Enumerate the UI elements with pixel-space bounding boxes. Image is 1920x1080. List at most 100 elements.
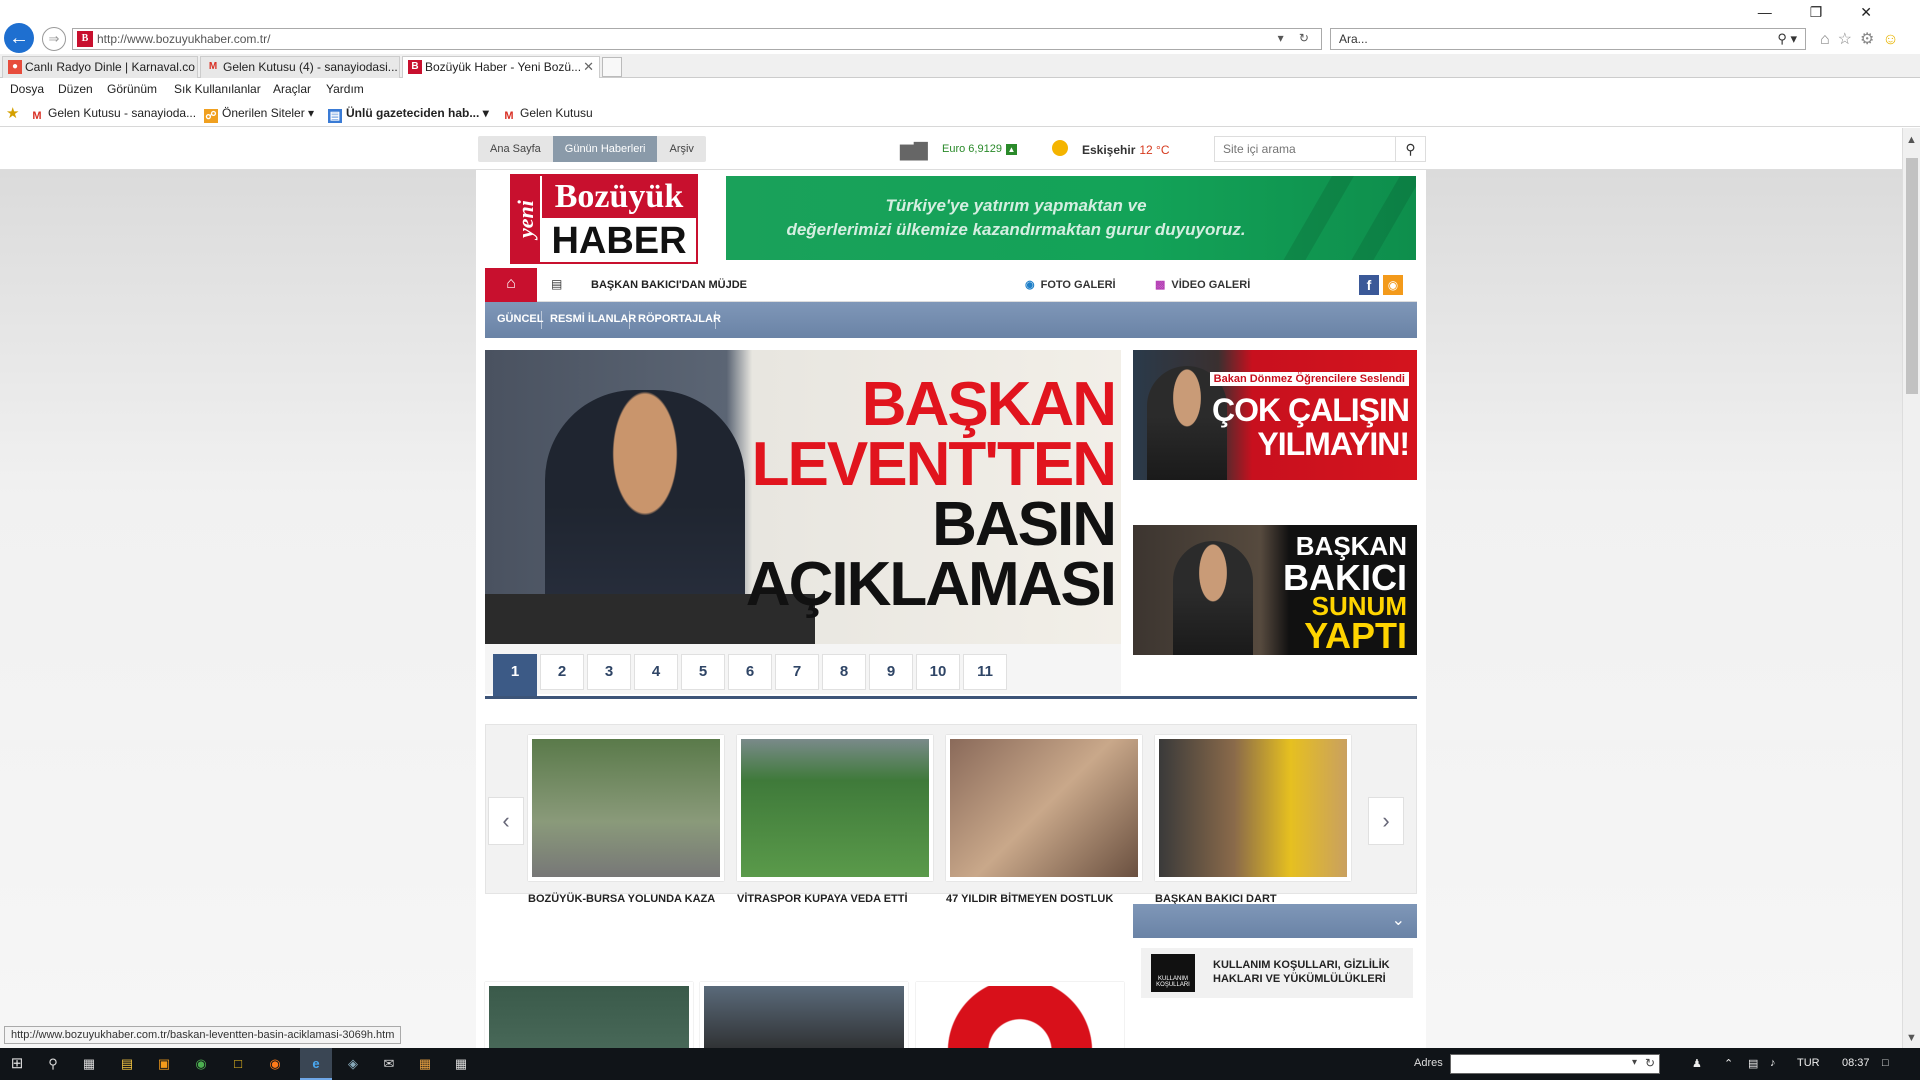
category-guncel[interactable]: GÜNCEL	[497, 313, 543, 325]
search-icon[interactable]: ⚲ ▾	[1777, 31, 1797, 47]
close-tab-icon[interactable]: ✕	[583, 57, 594, 77]
news-thumb-3[interactable]	[916, 982, 1124, 1048]
carousel-item[interactable]: VİTRASPOR KUPAYA VEDA ETTİ	[737, 735, 933, 908]
new-tab-button[interactable]	[602, 57, 622, 77]
scroll-up-icon[interactable]: ▲	[1906, 134, 1917, 146]
pager-2[interactable]: 2	[540, 654, 584, 690]
fav-gmail-inbox[interactable]: M Gelen Kutusu - sanayioda...	[30, 106, 196, 123]
tab-karnaval[interactable]: ● Canlı Radyo Dinle | Karnaval.co	[2, 56, 198, 78]
language-indicator[interactable]: TUR	[1797, 1057, 1820, 1069]
address-bar[interactable]: B http://www.bozuyukhaber.com.tr/ ▾ ↻	[72, 28, 1322, 50]
category-resmi-ilanlar[interactable]: RESMİ İLANLAR	[550, 313, 636, 325]
nav-gunun-haberleri[interactable]: Günün Haberleri	[552, 136, 658, 162]
site-logo[interactable]: yeni Bozüyük HABER	[510, 174, 698, 264]
fav-news-feed[interactable]: ▤ Ünlü gazeteciden hab... ▾	[328, 106, 489, 123]
network-app-icon[interactable]: ◈	[344, 1055, 362, 1073]
minimize-icon[interactable]: —	[1758, 4, 1810, 20]
rss-icon[interactable]: ◉	[1383, 275, 1403, 295]
pager-7[interactable]: 7	[775, 654, 819, 690]
pager-3[interactable]: 3	[587, 654, 631, 690]
home-icon[interactable]: ⌂	[485, 268, 537, 302]
pager-4[interactable]: 4	[634, 654, 678, 690]
menu-duzen[interactable]: Düzen	[58, 82, 93, 96]
carousel-item[interactable]: BAŞKAN BAKICI DART ŞAMPİYONLARINI MİSAFİ…	[1155, 735, 1351, 925]
fav-gmail[interactable]: M Gelen Kutusu	[502, 106, 592, 123]
chevron-down-icon[interactable]: ▾	[1632, 1057, 1637, 1068]
menu-araclar[interactable]: Araçlar	[273, 82, 311, 96]
fav-suggested-sites[interactable]: ☍ Önerilen Siteler ▾	[204, 106, 314, 123]
refresh-icon[interactable]: ▾ ↻	[1278, 31, 1315, 45]
photo-gallery-link[interactable]: ◉ FOTO GALERİ	[1025, 278, 1116, 291]
mail-icon[interactable]: ✉	[380, 1055, 398, 1073]
search-icon[interactable]: ⚲	[44, 1055, 62, 1073]
refresh-icon[interactable]: ↻	[1645, 1056, 1655, 1070]
menu-yardim[interactable]: Yardım	[326, 82, 364, 96]
volume-icon[interactable]: ♪	[1770, 1057, 1776, 1069]
ad-banner[interactable]: Türkiye'ye yatırım yapmaktan ve değerler…	[726, 176, 1416, 260]
menu-gorunum[interactable]: Görünüm	[107, 82, 157, 96]
pager-6[interactable]: 6	[728, 654, 772, 690]
terms-link[interactable]: KULLANIM KOŞULLARI KULLANIM KOŞULLARI, G…	[1141, 948, 1413, 998]
gmail-icon: M	[504, 110, 514, 122]
chrome-icon[interactable]: ◉	[192, 1055, 210, 1073]
internet-explorer-icon[interactable]: e	[307, 1055, 325, 1073]
windows-start-icon[interactable]: ⊞	[8, 1055, 26, 1073]
restore-icon[interactable]: ❐	[1810, 4, 1861, 20]
pager-8[interactable]: 8	[822, 654, 866, 690]
firefox-icon[interactable]: ◉	[266, 1055, 284, 1073]
ticker-headline[interactable]: BAŞKAN BAKICI'DAN MÜJDE	[591, 279, 747, 291]
side-news-1[interactable]: Bakan Dönmez Öğrencilere Seslendi ÇOK ÇA…	[1133, 350, 1417, 480]
tab-bozuyuk[interactable]: B Bozüyük Haber - Yeni Bozü... ✕	[402, 56, 600, 78]
people-icon[interactable]: ♟	[1692, 1057, 1702, 1070]
favorites-star-icon[interactable]: ☆	[1838, 31, 1860, 48]
video-gallery-link[interactable]: ▩ VİDEO GALERİ	[1155, 278, 1250, 291]
news-thumb-1[interactable]	[485, 982, 693, 1048]
nav-arsiv[interactable]: Arşiv	[657, 136, 705, 162]
media-player-icon[interactable]: ▣	[155, 1055, 173, 1073]
settings-gear-icon[interactable]: ⚙	[1860, 31, 1882, 48]
news-thumb-2[interactable]	[700, 982, 908, 1048]
forward-arrow-icon[interactable]: ⇒	[42, 27, 66, 51]
facebook-icon[interactable]: f	[1359, 275, 1379, 295]
back-arrow-icon[interactable]: ←	[4, 23, 34, 53]
search-icon[interactable]: ⚲	[1395, 137, 1425, 161]
home-icon[interactable]: ⌂	[1820, 31, 1838, 48]
vertical-scrollbar[interactable]: ▲ ▼	[1902, 128, 1920, 1048]
category-roportajlar[interactable]: RÖPORTAJLAR	[638, 313, 721, 325]
chevron-right-icon[interactable]: ›	[1368, 797, 1404, 845]
file-explorer-icon[interactable]: ▤	[118, 1055, 136, 1073]
chevron-left-icon[interactable]: ‹	[488, 797, 524, 845]
menu-favorites[interactable]: Sık Kullanılanlar	[174, 82, 261, 96]
browser-search-box[interactable]: Ara... ⚲ ▾	[1330, 28, 1806, 50]
tab-gmail[interactable]: M Gelen Kutusu (4) - sanayiodasi...	[200, 56, 400, 78]
nav-ana-sayfa[interactable]: Ana Sayfa	[478, 136, 553, 162]
pager-9[interactable]: 9	[869, 654, 913, 690]
carousel-item[interactable]: 47 YILDIR BİTMEYEN DOSTLUK	[946, 735, 1142, 908]
calculator-icon[interactable]: ▦	[452, 1055, 470, 1073]
pager-5[interactable]: 5	[681, 654, 725, 690]
notes-icon[interactable]: □	[229, 1055, 247, 1073]
side-news-2[interactable]: BAŞKAN BAKICI SUNUM YAPTI	[1133, 525, 1417, 655]
pager-1[interactable]: 1	[493, 654, 537, 696]
address-text[interactable]: http://www.bozuyukhaber.com.tr/	[97, 32, 270, 46]
store-icon[interactable]: ▦	[416, 1055, 434, 1073]
chevron-down-icon[interactable]: ⌄	[1392, 910, 1405, 930]
smiley-icon[interactable]: ☺	[1882, 31, 1906, 48]
close-icon[interactable]: ✕	[1860, 4, 1910, 20]
pager-10[interactable]: 10	[916, 654, 960, 690]
carousel-item[interactable]: BOZÜYÜK-BURSA YOLUNDA KAZA	[528, 735, 724, 908]
network-icon[interactable]: ▤	[1748, 1057, 1758, 1070]
stats-chart-icon[interactable]: ▆▇	[900, 140, 928, 161]
menu-dosya[interactable]: Dosya	[10, 82, 44, 96]
address-toolbar-input[interactable]: ▾ ↻	[1450, 1054, 1660, 1074]
headline-slider[interactable]: BAŞKAN LEVENT'TEN BASIN AÇIKLAMASI	[485, 350, 1121, 644]
scrollbar-thumb[interactable]	[1906, 158, 1918, 394]
pager-11[interactable]: 11	[963, 654, 1007, 690]
scroll-down-icon[interactable]: ▼	[1906, 1032, 1917, 1044]
notifications-icon[interactable]: □	[1882, 1057, 1889, 1069]
clock[interactable]: 08:37	[1842, 1057, 1870, 1069]
favorites-star-icon[interactable]: ★	[6, 104, 19, 122]
site-search-input[interactable]	[1215, 137, 1385, 161]
tray-chevron-up-icon[interactable]: ⌃	[1724, 1057, 1733, 1070]
task-view-icon[interactable]: ▦	[80, 1055, 98, 1073]
